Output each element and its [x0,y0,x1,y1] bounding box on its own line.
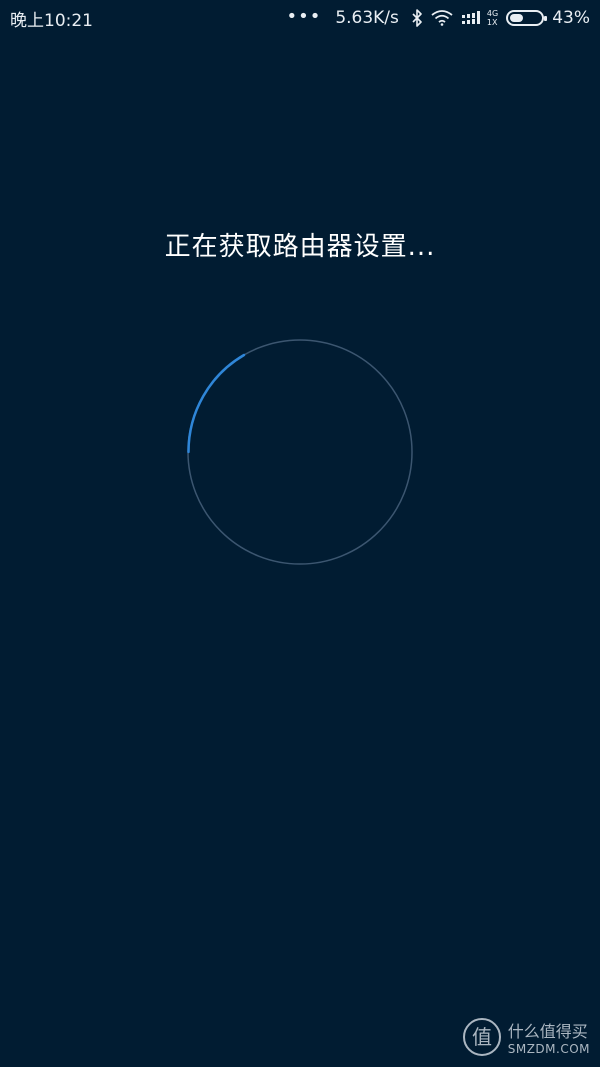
watermark-title: 什么值得买 [507,1022,588,1041]
watermark-site: SMZDM.COM [507,1042,590,1056]
bluetooth-icon [412,9,422,27]
status-right: ••• 5.63K/s 4G 1X 43% [286,5,590,29]
watermark-logo-char: 值 [472,1025,492,1049]
battery-icon [506,10,548,26]
clock: 晚上10:21 [10,10,93,31]
network-type: 4G 1X [487,9,498,27]
watermark: 值 什么值得买 SMZDM.COM [462,1017,590,1057]
network-speed: 5.63K/s [335,8,399,28]
network-type-bottom: 1X [486,18,498,27]
more-notifications-icon: ••• [286,5,322,27]
loading-spinner [187,339,413,565]
network-type-top: 4G [486,9,499,18]
status-bar: 晚上10:21 ••• 5.63K/s 4G 1X 43% [0,0,600,36]
battery-percent: 43% [552,8,590,28]
router-setup-screen: 晚上10:21 ••• 5.63K/s 4G 1X 43% 正在获取路由器设置.… [0,0,600,1067]
watermark-logo: 值 [462,1018,501,1056]
wifi-icon [431,10,453,26]
status-left: 晚上10:21 [10,6,93,31]
signal-icon [461,11,480,24]
spinner-arc [187,353,246,454]
loading-message: 正在获取路由器设置... [164,232,436,262]
cellular-signal: 4G 1X [461,9,498,27]
watermark-text: 什么值得买 SMZDM.COM [508,1018,590,1056]
battery-tip [544,16,548,21]
battery-fill [510,14,524,22]
